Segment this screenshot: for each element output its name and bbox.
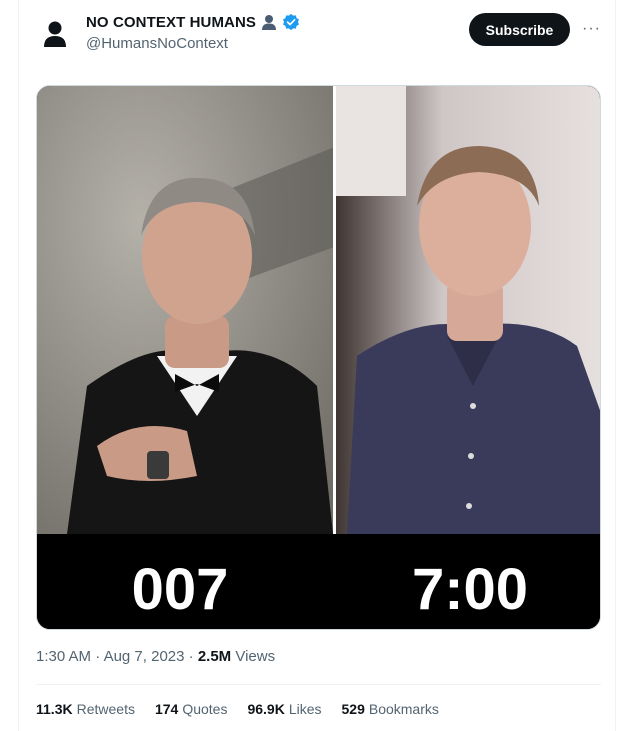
retweets-count: 11.3K — [36, 701, 73, 717]
views-count: 2.5M — [197, 648, 232, 665]
author-handle[interactable]: @HumansNoContext — [86, 35, 228, 52]
quotes-label: Quotes — [182, 701, 228, 717]
engagement-stats: 11.3K Retweets 174 Quotes 96.9K Likes 529 Bo… — [36, 701, 439, 717]
tweet-time[interactable]: 1:30 AM — [36, 648, 91, 665]
subscribe-button[interactable]: Subscribe — [469, 13, 570, 46]
more-options-icon[interactable]: ··· — [582, 20, 601, 38]
likes-stat[interactable]: 96.9K Likes — [247, 701, 321, 717]
person-silhouette-icon — [262, 15, 277, 30]
meta-separator-2: · — [188, 648, 194, 665]
likes-count: 96.9K — [247, 701, 285, 717]
bookmarks-label: Bookmarks — [368, 701, 439, 717]
bookmarks-count: 529 — [341, 701, 365, 717]
author-display-name[interactable]: NO CONTEXT HUMANS — [86, 14, 256, 31]
left-caption: 007 — [132, 557, 229, 622]
left-photo-panel — [37, 86, 337, 534]
quotes-stat[interactable]: 174 Quotes — [155, 701, 228, 717]
right-caption: 7:00 — [412, 557, 528, 622]
views-label: Views — [235, 648, 276, 665]
tweet-image[interactable]: 007 7:00 — [36, 85, 601, 630]
bookmarks-stat[interactable]: 529 Bookmarks — [342, 701, 439, 717]
retweets-stat[interactable]: 11.3K Retweets — [36, 701, 135, 717]
right-photo-panel — [336, 86, 600, 534]
retweets-label: Retweets — [76, 701, 135, 717]
photo-divider — [333, 86, 336, 534]
author-name-row[interactable]: NO CONTEXT HUMANS — [86, 13, 300, 31]
avatar[interactable] — [43, 20, 67, 48]
tweet-meta: 1:30 AM · Aug 7, 2023 · 2.5M Views — [36, 648, 275, 665]
divider — [36, 684, 601, 685]
tweet-date[interactable]: Aug 7, 2023 — [104, 648, 185, 665]
likes-label: Likes — [288, 701, 322, 717]
page-margin — [0, 0, 18, 731]
quotes-count: 174 — [154, 701, 179, 717]
meta-separator: · — [95, 648, 101, 665]
verified-badge-icon — [283, 13, 300, 31]
